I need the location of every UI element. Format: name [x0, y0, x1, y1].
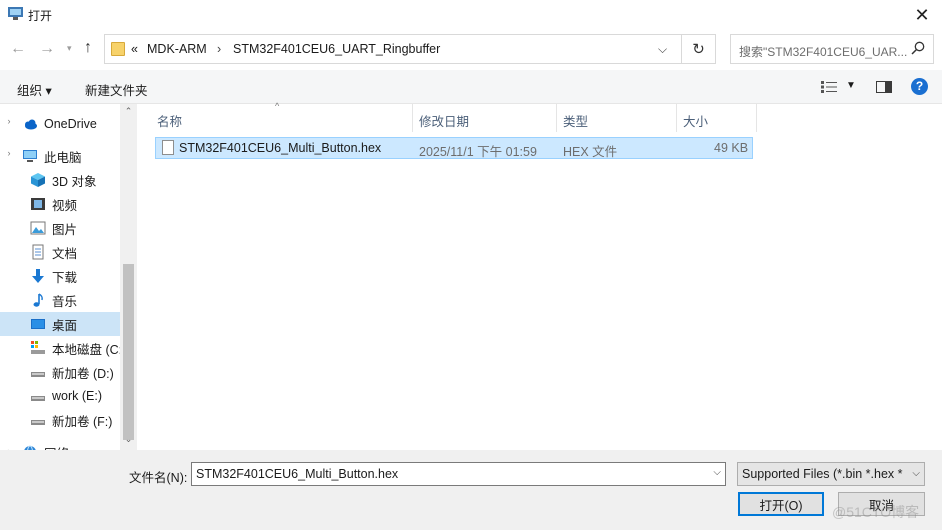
sidebar-item-onedrive[interactable]: OneDrive [0, 112, 120, 136]
forward-button[interactable]: → [39, 40, 55, 58]
breadcrumb-mdk-arm[interactable]: MDK-ARM [147, 42, 207, 56]
sidebar-item-documents[interactable]: 文档 [0, 240, 120, 264]
filename-input[interactable] [192, 463, 692, 485]
organize-button[interactable]: 组织 ▾ [17, 80, 52, 99]
file-icon [162, 140, 174, 155]
file-name: STM32F401CEU6_Multi_Button.hex [179, 141, 382, 155]
close-button[interactable]: ✕ [902, 0, 942, 30]
drive-icon [31, 420, 45, 425]
column-header-size[interactable]: 大小 [677, 104, 757, 132]
window-title: 打开 [28, 9, 53, 23]
navigation-pane[interactable]: › OneDrive › 此电脑 3D 对象 视频 图片 文档 下载 音乐 桌面… [0, 104, 137, 450]
command-bar: 组织 ▾ 新建文件夹 ▼ ? [0, 70, 942, 104]
sidebar-item-pictures[interactable]: 图片 [0, 216, 120, 240]
computer-icon [23, 150, 37, 162]
music-icon [33, 293, 43, 307]
file-date: 2025/11/1 下午 01:59 [419, 145, 537, 159]
column-header-name[interactable]: 名称 [151, 104, 413, 132]
close-icon: ✕ [914, 4, 930, 25]
refresh-icon: ↻ [692, 41, 705, 58]
app-icon [8, 7, 23, 20]
video-icon [31, 198, 45, 210]
file-type-filter[interactable]: Supported Files (*.bin *.hex * ⌵ [737, 462, 925, 486]
help-icon[interactable]: ? [911, 78, 928, 95]
sidebar-item-network[interactable]: 网络 [0, 440, 120, 450]
picture-icon [30, 221, 46, 235]
preview-pane-icon[interactable] [876, 81, 892, 93]
drive-icon [31, 341, 45, 354]
chevron-down-icon[interactable]: ⌵ [713, 467, 721, 478]
cube-icon [31, 173, 45, 187]
view-dropdown-icon[interactable]: ▼ [846, 80, 856, 91]
file-type: HEX 文件 [563, 145, 618, 159]
address-bar[interactable]: « MDK-ARM › STM32F401CEU6_UART_Ringbuffe… [104, 34, 682, 64]
view-options-icon[interactable] [821, 81, 837, 93]
navigation-bar: ← → ▾ ↑ « MDK-ARM › STM32F401CEU6_UART_R… [0, 30, 942, 70]
up-button[interactable]: ↑ [84, 39, 92, 57]
filename-label: 文件名(N): [129, 471, 188, 485]
dialog-footer: 文件名(N): ⌵ Supported Files (*.bin *.hex *… [0, 450, 942, 530]
drive-icon [31, 396, 45, 401]
search-icon [911, 41, 925, 55]
new-folder-button[interactable]: 新建文件夹 [85, 80, 148, 99]
scrollbar-thumb[interactable] [123, 264, 134, 440]
search-input[interactable]: 搜索"STM32F401CEU6_UAR... [739, 43, 907, 60]
cloud-icon [25, 119, 37, 130]
scroll-up-icon[interactable]: ⌃ [120, 106, 137, 122]
table-row[interactable]: STM32F401CEU6_Multi_Button.hex 2025/11/1… [155, 137, 753, 159]
back-button[interactable]: ← [10, 40, 26, 58]
filename-combobox[interactable]: ⌵ [191, 462, 726, 486]
recent-locations-button[interactable]: ▾ [67, 43, 72, 54]
sidebar-item-drive-c[interactable]: 本地磁盘 (C:) [0, 336, 120, 360]
column-header-date[interactable]: 修改日期 [413, 104, 557, 132]
title-bar: 打开 ✕ [0, 0, 942, 30]
sidebar-item-music[interactable]: 音乐 [0, 288, 120, 312]
drive-icon [31, 372, 45, 377]
document-icon [32, 244, 44, 260]
sidebar-item-videos[interactable]: 视频 [0, 192, 120, 216]
sidebar-item-this-pc[interactable]: 此电脑 [0, 144, 120, 168]
sidebar-item-desktop[interactable]: 桌面 [0, 312, 120, 336]
sidebar-item-3d-objects[interactable]: 3D 对象 [0, 168, 120, 192]
sidebar-item-downloads[interactable]: 下载 [0, 264, 120, 288]
watermark: @51CTO博客 [832, 504, 920, 520]
sidebar-item-drive-d[interactable]: 新加卷 (D:) [0, 360, 120, 384]
refresh-button[interactable]: ↻ [682, 34, 716, 64]
file-size: 49 KB [714, 141, 749, 155]
column-header-type[interactable]: 类型 [557, 104, 677, 132]
open-button[interactable]: 打开(O) [738, 492, 824, 516]
sidebar-item-drive-e[interactable]: work (E:) [0, 384, 120, 408]
chevron-down-icon[interactable]: ⌵ [912, 468, 920, 479]
column-divider[interactable] [756, 104, 757, 132]
breadcrumb-project[interactable]: STM32F401CEU6_UART_Ringbuffer [233, 42, 440, 56]
file-type-filter-value: Supported Files (*.bin *.hex * [742, 467, 903, 481]
chevron-down-icon[interactable]: ⌵ [658, 42, 667, 57]
sidebar-scrollbar[interactable]: ⌃ ⌄ [120, 104, 137, 450]
desktop-icon [31, 319, 45, 329]
scroll-down-icon[interactable]: ⌄ [120, 434, 137, 450]
folder-icon [111, 42, 125, 56]
file-list[interactable]: ^ 名称 修改日期 类型 大小 STM32F401CEU6_Multi_Butt… [137, 101, 942, 450]
download-icon [32, 269, 44, 283]
breadcrumb-overflow[interactable]: « [131, 42, 138, 56]
sidebar-item-drive-f[interactable]: 新加卷 (F:) [0, 408, 120, 432]
search-box[interactable]: 搜索"STM32F401CEU6_UAR... [730, 34, 934, 64]
breadcrumb-separator: › [217, 42, 222, 56]
